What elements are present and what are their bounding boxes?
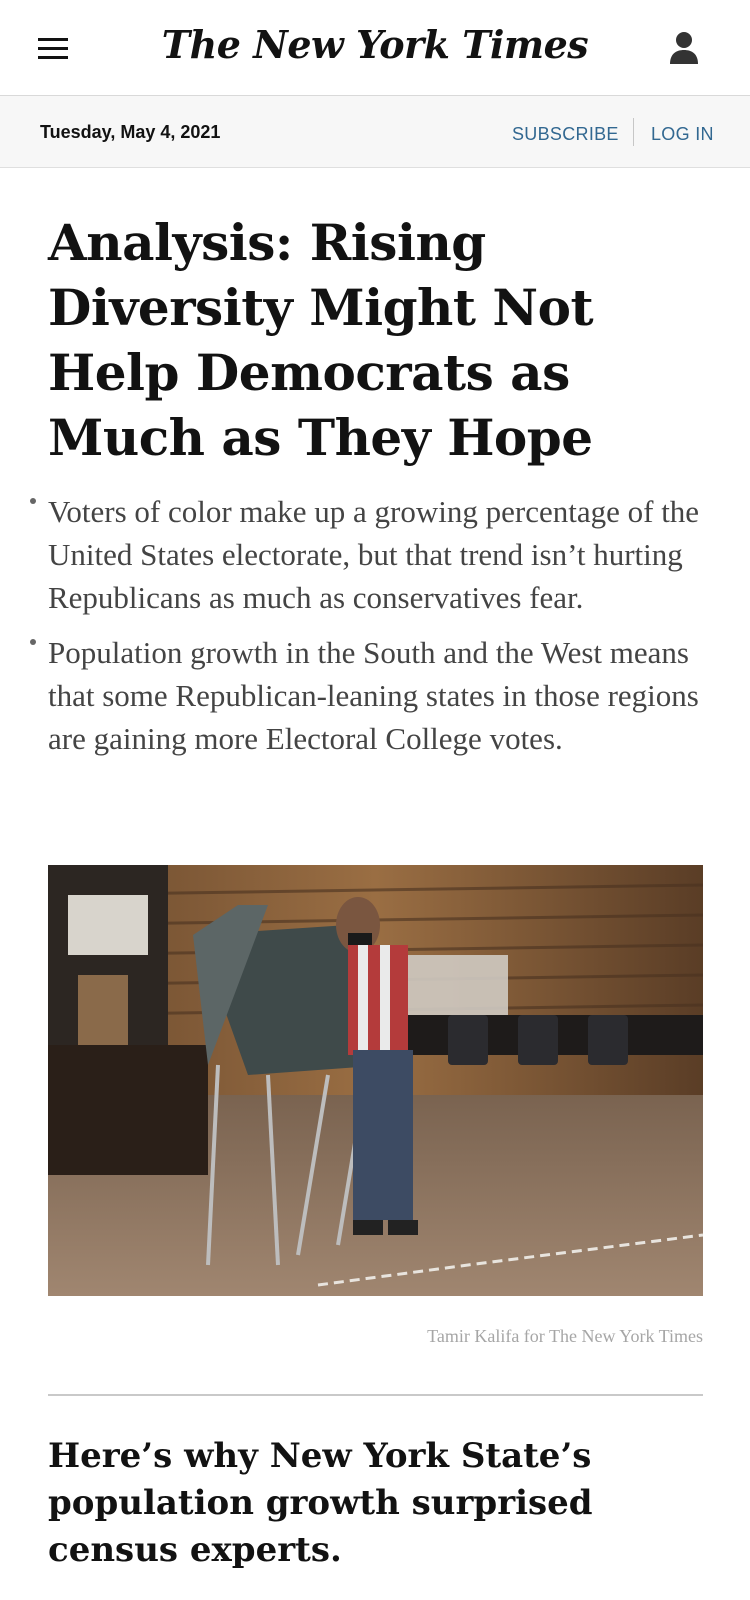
summary-bullet-text: Voters of color make up a growing percen… [48, 494, 700, 615]
photo-credit: Tamir Kalifa for The New York Times [427, 1326, 703, 1346]
bullet-dot-icon [30, 639, 36, 645]
summary-bullet: Voters of color make up a growing percen… [30, 490, 720, 619]
section-divider [48, 1394, 703, 1396]
current-date: Tuesday, May 4, 2021 [40, 122, 221, 142]
subscribe-link[interactable]: SUBSCRIBE [512, 124, 619, 145]
article-headline[interactable]: Analysis: Rising Diversity Might Not Hel… [48, 210, 728, 470]
bullet-dot-icon [30, 498, 36, 504]
summary-bullet: Population growth in the South and the W… [30, 631, 720, 760]
divider [633, 118, 634, 146]
date-bar: Tuesday, May 4, 2021 SUBSCRIBE LOG IN [0, 96, 750, 168]
article-photo[interactable] [48, 865, 703, 1296]
nyt-logo[interactable]: The New York Times [0, 22, 750, 67]
summary-bullet-text: Population growth in the South and the W… [48, 635, 699, 756]
top-navigation-bar: The New York Times [0, 0, 750, 96]
summary-bullets: Voters of color make up a growing percen… [30, 490, 720, 772]
next-story-headline[interactable]: Here’s why New York State’s population g… [48, 1433, 708, 1574]
login-link[interactable]: LOG IN [651, 124, 714, 145]
voting-booth-photo [48, 865, 703, 1296]
user-account-icon[interactable] [668, 30, 700, 66]
